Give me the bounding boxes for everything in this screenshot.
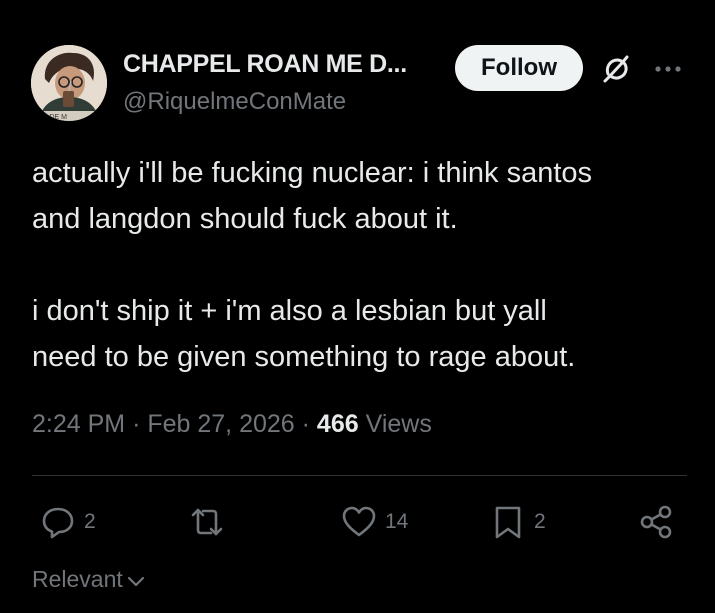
meta-separator: ·	[132, 410, 141, 438]
retweet-icon	[191, 508, 223, 536]
bookmark-icon	[495, 506, 521, 539]
bookmark-button[interactable]: 2	[490, 500, 546, 544]
like-button[interactable]: 14	[341, 500, 408, 544]
retweet-button[interactable]	[189, 500, 233, 544]
tweet-detail: DO DE M CHAPPEL ROAN ME D... @RiquelmeCo…	[0, 0, 715, 613]
views-label: Views	[365, 410, 432, 438]
avatar[interactable]: DO DE M	[31, 45, 107, 121]
reply-icon	[42, 507, 74, 539]
bookmark-count: 2	[534, 510, 546, 533]
heart-icon	[342, 506, 376, 537]
tweet-line: i don't ship it + i'm also a lesbian but…	[32, 295, 547, 327]
tweet-time[interactable]: 2:24 PM	[32, 410, 125, 438]
grok-icon[interactable]	[600, 52, 634, 86]
tweet-date[interactable]: Feb 27, 2026	[147, 410, 294, 438]
like-count: 14	[385, 510, 409, 533]
author-display-name[interactable]: CHAPPEL ROAN ME D...	[123, 50, 407, 79]
follow-button[interactable]: Follow	[455, 45, 583, 91]
views-count: 466	[316, 410, 359, 438]
share-button[interactable]	[638, 500, 674, 544]
author-handle[interactable]: @RiquelmeConMate	[123, 88, 346, 116]
avatar-illustration: DO DE M	[31, 45, 107, 121]
tweet-meta: 2:24 PM · Feb 27, 2026 · 466 Views	[32, 410, 432, 439]
svg-text:DO DE M: DO DE M	[37, 114, 67, 121]
tweet-line: need to be given something to rage about…	[32, 341, 576, 373]
tweet-line: actually i'll be fucking nuclear: i thin…	[32, 157, 593, 189]
share-icon	[640, 505, 672, 539]
divider	[32, 475, 687, 476]
reply-button[interactable]: 2	[40, 500, 96, 544]
more-dots-icon[interactable]	[652, 56, 684, 82]
tweet-text: actually i'll be fucking nuclear: i thin…	[32, 150, 692, 380]
sort-replies-dropdown[interactable]: Relevant	[32, 566, 146, 593]
sort-label: Relevant	[32, 566, 123, 592]
chevron-down-icon	[127, 576, 144, 586]
reply-count: 2	[84, 510, 96, 533]
tweet-line: and langdon should fuck about it.	[32, 203, 458, 235]
meta-separator: ·	[301, 410, 310, 438]
